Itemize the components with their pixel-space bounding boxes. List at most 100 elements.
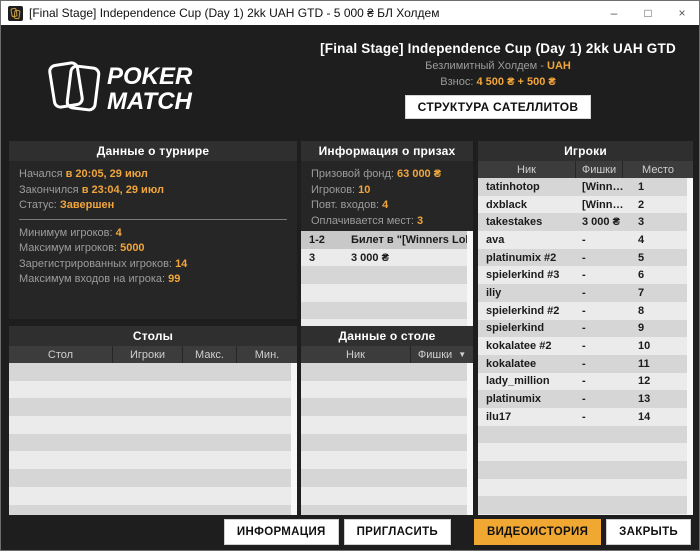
- info-value: в 23:04, 29 июл: [81, 183, 164, 196]
- info-label: Минимум игроков:: [19, 226, 113, 239]
- player-row[interactable]: platinumix - 13: [478, 390, 693, 408]
- column-chips-sort[interactable]: Фишки ▼: [411, 346, 473, 363]
- player-nick: spielerkind: [486, 322, 545, 335]
- player-row[interactable]: spielerkind #2 - 8: [478, 301, 693, 320]
- info-label: Максимум входов на игрока:: [19, 273, 166, 285]
- player-row[interactable]: spielerkind - 9: [478, 319, 693, 338]
- empty-row: [301, 486, 473, 505]
- divider: [19, 218, 287, 220]
- player-row[interactable]: dxblack [Winn… 2: [478, 195, 693, 214]
- empty-row: [9, 469, 297, 487]
- maximize-icon[interactable]: □: [631, 1, 665, 25]
- close-lobby-button[interactable]: ЗАКРЫТЬ: [606, 519, 691, 545]
- player-place: 1: [638, 180, 645, 193]
- column-table[interactable]: Стол: [9, 346, 113, 363]
- info-line: Максимум входов на игрока: 99: [19, 272, 287, 288]
- player-row[interactable]: kokalatee #2 - 10: [478, 337, 693, 355]
- player-nick: lady_million: [486, 375, 550, 388]
- column-place[interactable]: Место: [623, 161, 693, 178]
- player-chips: [Winn…: [582, 198, 624, 211]
- info-value: 3: [417, 214, 424, 227]
- info-label: Начался: [19, 168, 63, 180]
- info-line: Зарегистрированных игроков: 14: [19, 257, 287, 273]
- empty-row: [301, 363, 473, 381]
- game-type-line: Безлимитный Холдем - UAH: [304, 60, 692, 72]
- player-place: 9: [638, 322, 645, 335]
- satellite-structure-button[interactable]: СТРУКТУРА САТЕЛЛИТОВ: [404, 95, 592, 119]
- scrollbar-track[interactable]: [467, 363, 473, 515]
- player-chips: -: [582, 393, 586, 406]
- player-row[interactable]: tatinhotop [Winn… 1: [478, 178, 693, 196]
- empty-row: [478, 478, 693, 497]
- information-button[interactable]: ИНФОРМАЦИЯ: [223, 519, 339, 545]
- players-rows: tatinhotop [Winn… 1 dxblack [Winn… 2 takestake…: [478, 178, 693, 515]
- empty-row: [9, 486, 297, 505]
- player-place: 14: [638, 410, 651, 423]
- empty-row: [478, 443, 693, 461]
- column-nick[interactable]: Ник: [301, 346, 411, 363]
- prize-place: 1-2: [309, 233, 325, 246]
- column-nick[interactable]: Ник: [478, 161, 576, 178]
- column-players[interactable]: Игроки: [113, 346, 183, 363]
- player-row[interactable]: ilu17 - 14: [478, 407, 693, 426]
- info-line: Призовой фонд: 63 000 ₴: [311, 167, 463, 183]
- scrollbar-track[interactable]: [291, 363, 297, 515]
- titlebar: [Final Stage] Independence Cup (Day 1) 2…: [1, 1, 699, 25]
- empty-row: [301, 284, 473, 302]
- player-place: 4: [638, 233, 645, 246]
- player-nick: dxblack: [486, 198, 527, 211]
- close-icon[interactable]: ×: [665, 1, 699, 25]
- empty-row: [301, 416, 473, 434]
- prize-place: 3: [309, 251, 316, 264]
- players-panel-title: Игроки: [478, 141, 693, 161]
- player-row[interactable]: iliy - 7: [478, 284, 693, 302]
- empty-row: [301, 451, 473, 470]
- empty-row: [478, 514, 693, 515]
- player-row[interactable]: kokalatee - 11: [478, 354, 693, 373]
- player-row[interactable]: lady_million - 12: [478, 372, 693, 391]
- invite-button[interactable]: ПРИГЛАСИТЬ: [343, 519, 451, 545]
- video-history-button[interactable]: ВИДЕОИСТОРИЯ: [473, 519, 602, 545]
- info-value: 4: [382, 199, 389, 211]
- player-chips: [Winn…: [582, 180, 624, 193]
- info-line: Закончился в 23:04, 29 июл: [19, 183, 287, 199]
- tournament-data-title: Данные о турнире: [9, 141, 297, 161]
- logo-word-match: MATCH: [107, 88, 193, 115]
- column-max[interactable]: Макс.: [183, 346, 237, 363]
- player-row[interactable]: platinumix #2 - 5: [478, 248, 693, 267]
- column-min[interactable]: Мин.: [237, 346, 297, 363]
- player-nick: takestakes: [486, 216, 543, 229]
- info-value: 4: [115, 226, 122, 239]
- prize-row[interactable]: 1-2 Билет в "[Winners Lob…: [301, 231, 473, 249]
- tables-column-headers: Стол Игроки Макс. Мин.: [9, 346, 297, 363]
- table-data-rows: [301, 363, 473, 515]
- info-line: Минимум игроков: 4: [19, 226, 287, 242]
- minimize-icon[interactable]: –: [597, 1, 631, 25]
- empty-row: [9, 416, 297, 434]
- scrollbar-track[interactable]: [467, 231, 473, 326]
- player-place: 6: [638, 269, 645, 282]
- player-chips: -: [582, 357, 586, 370]
- player-nick: kokalatee #2: [486, 340, 552, 353]
- scrollbar-track[interactable]: [687, 178, 693, 515]
- player-row[interactable]: ava - 4: [478, 231, 693, 249]
- buyin-value: 4 500 ₴ + 500 ₴: [476, 76, 556, 88]
- player-nick: kokalatee: [486, 357, 537, 370]
- player-place: 2: [638, 198, 645, 211]
- sort-caret-icon: ▼: [458, 350, 467, 359]
- info-label: Оплачивается мест:: [311, 214, 414, 227]
- player-row[interactable]: takestakes 3 000 ₴ 3: [478, 213, 693, 232]
- empty-row: [301, 398, 473, 417]
- prize-row[interactable]: 3 3 000 ₴: [301, 248, 473, 267]
- empty-row: [301, 266, 473, 285]
- player-chips: -: [582, 410, 586, 423]
- info-label: Зарегистрированных игроков:: [19, 257, 172, 270]
- column-chips[interactable]: Фишки: [576, 161, 623, 178]
- player-nick: platinumix #2: [486, 251, 557, 264]
- player-row[interactable]: spielerkind #3 - 6: [478, 266, 693, 285]
- player-chips: -: [582, 322, 586, 335]
- empty-row: [478, 461, 693, 479]
- player-chips: -: [582, 286, 586, 299]
- player-place: 3: [638, 216, 645, 229]
- info-label: Максимум игроков:: [19, 242, 118, 254]
